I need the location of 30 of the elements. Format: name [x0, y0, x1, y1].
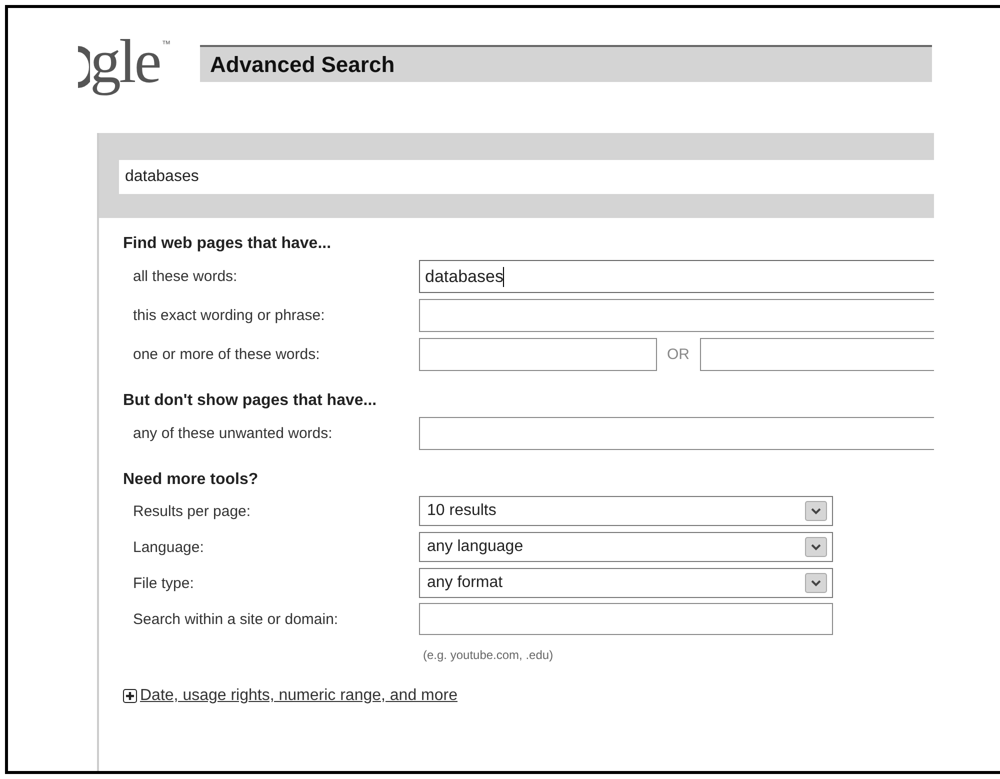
section-heading: Find web pages that have... [123, 234, 332, 254]
field-label: one or more of these words: [132, 346, 321, 363]
input-field[interactable]: databases [419, 260, 934, 293]
field-label: any of these unwanted words: [132, 425, 334, 442]
field-hint: (e.g. youtube.com, .edu) [422, 648, 554, 662]
field-label: all these words: [132, 268, 238, 285]
dropdown[interactable]: any language [419, 532, 833, 562]
logo-fragment-icon [76, 45, 90, 89]
field-label: Language: [132, 538, 205, 556]
dropdown[interactable]: any format [419, 568, 833, 598]
field-value: databases [425, 266, 504, 286]
logo: gle [90, 31, 160, 93]
more-options-link[interactable]: Date, usage rights, numeric range, and more [140, 687, 458, 705]
field-label: Search within a site or domain: [132, 610, 340, 628]
section-heading: Need more tools? [123, 470, 260, 490]
field-label: Results per page: [132, 502, 252, 520]
or-label: OR [667, 346, 690, 363]
search-field[interactable]: databases [119, 160, 934, 194]
input-field[interactable] [700, 338, 934, 371]
plus-icon[interactable] [123, 689, 137, 703]
dropdown[interactable]: 10 results [419, 496, 833, 526]
field-label: File type: [132, 574, 195, 592]
page-title: Advanced Search [210, 52, 395, 78]
input-field[interactable] [419, 299, 934, 332]
section-heading: But don't show pages that have... [123, 391, 378, 411]
trademark: ™ [162, 39, 171, 49]
input-field[interactable] [419, 338, 657, 371]
field-label: this exact wording or phrase: [132, 307, 326, 324]
input-field[interactable] [419, 417, 934, 450]
input-field[interactable] [419, 603, 833, 635]
